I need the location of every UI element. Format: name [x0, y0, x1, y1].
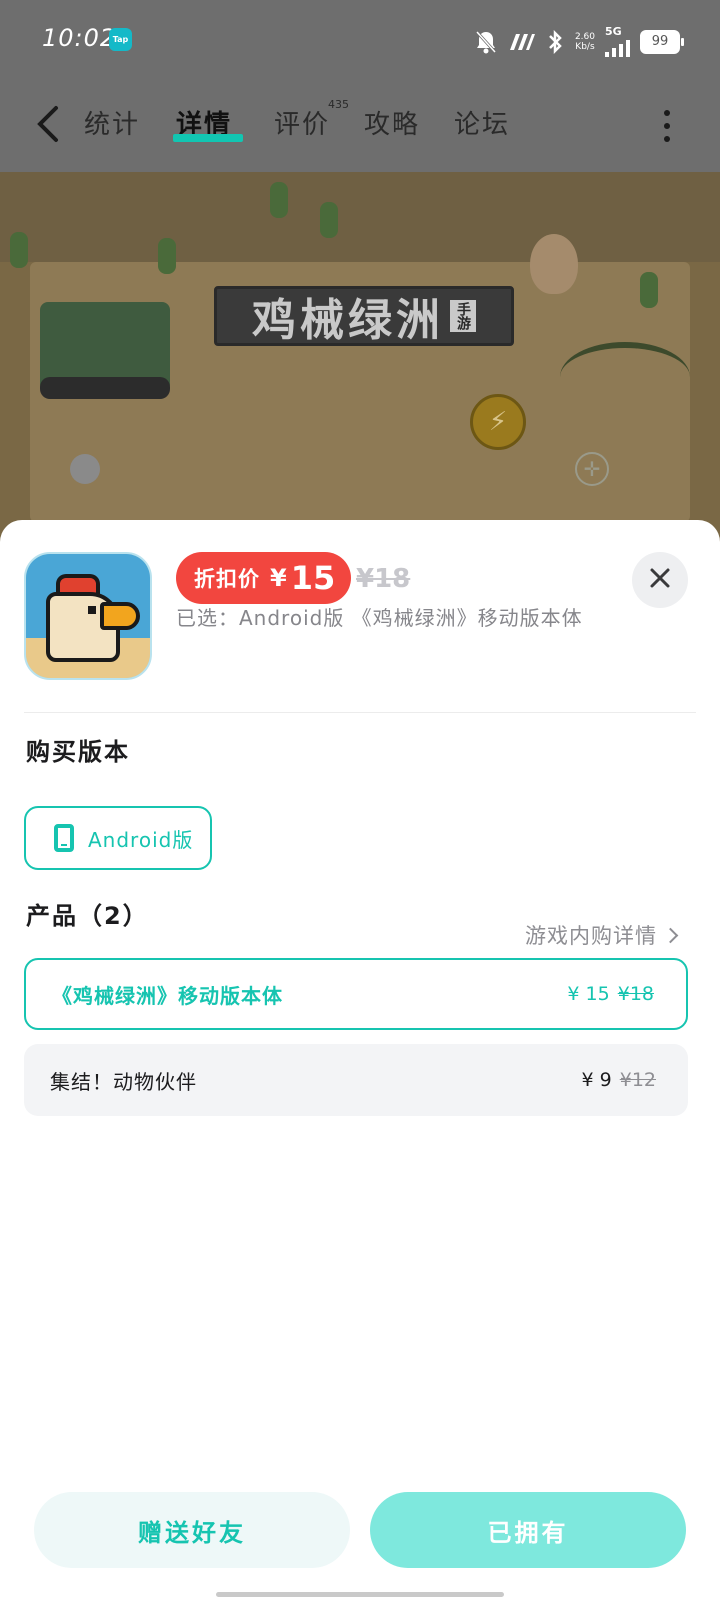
- product-original-price: ¥12: [619, 1069, 656, 1091]
- game-logo: 鸡械绿洲 手游: [214, 286, 514, 346]
- close-button[interactable]: [632, 552, 688, 608]
- product-price: ¥ 15 ¥18: [567, 983, 654, 1005]
- purchase-sheet: 折扣价 ¥ 15 ¥18 已选：Android版 《鸡械绿洲》移动版本体 购买版…: [0, 520, 720, 1600]
- egg-sprite: [530, 234, 578, 294]
- product-current-price: ¥ 15: [567, 983, 610, 1005]
- phone-icon: [54, 824, 74, 852]
- battery-indicator: 99: [640, 29, 684, 54]
- tab-guides[interactable]: 攻略: [364, 104, 420, 141]
- back-arrow-icon[interactable]: [34, 104, 70, 144]
- bluetooth-icon: [545, 29, 565, 54]
- iap-details-link[interactable]: 游戏内购详情: [525, 920, 679, 950]
- owned-button[interactable]: 已拥有: [370, 1492, 686, 1568]
- more-options-icon[interactable]: [664, 110, 672, 142]
- network-type: 5G: [605, 25, 622, 38]
- product-row-dlc[interactable]: 集结！动物伙伴 ¥ 9 ¥12: [24, 1044, 688, 1116]
- product-row-base-game[interactable]: 《鸡械绿洲》移动版本体 ¥ 15 ¥18: [24, 958, 688, 1030]
- original-price: ¥18: [356, 564, 411, 594]
- currency-symbol: ¥: [270, 564, 287, 592]
- lightning-icon: ⚡: [470, 394, 526, 450]
- product-name: 集结！动物伙伴: [50, 1069, 197, 1094]
- divider: [24, 712, 696, 713]
- mute-bell-icon: [475, 30, 497, 54]
- status-time: 10:02: [42, 24, 117, 52]
- status-bar: 10:02 Tap 2.60 Kb/s 5G 99: [0, 0, 720, 80]
- product-name: 《鸡械绿洲》移动版本体: [52, 983, 283, 1008]
- close-icon: [649, 567, 671, 593]
- active-tab-indicator: [173, 134, 243, 142]
- net-speed-value: 2.60: [574, 31, 595, 42]
- joystick-sprite: [70, 454, 100, 484]
- net-speed: 2.60 Kb/s: [575, 32, 595, 52]
- nfc-icon: [507, 32, 535, 52]
- discount-label: 折扣价: [194, 567, 260, 591]
- review-count: 435: [328, 98, 349, 111]
- status-icons: 2.60 Kb/s 5G 99: [475, 26, 684, 57]
- iap-details-label: 游戏内购详情: [525, 924, 657, 948]
- selected-summary: 已选：Android版 《鸡械绿洲》移动版本体: [176, 606, 583, 630]
- tab-reviews[interactable]: 评价: [274, 104, 330, 141]
- product-current-price: ¥ 9: [581, 1069, 612, 1091]
- game-banner: 鸡械绿洲 手游 ⚡ ✛: [0, 172, 720, 560]
- tab-forum[interactable]: 论坛: [454, 104, 510, 141]
- products-section-title: 产品（2）: [26, 902, 149, 930]
- discount-price-badge: 折扣价 ¥ 15: [176, 552, 352, 604]
- home-indicator[interactable]: [216, 1592, 504, 1597]
- tap-app-badge: Tap: [109, 28, 132, 51]
- discount-price: 15: [290, 559, 336, 597]
- game-app-icon: [24, 552, 152, 680]
- version-option-android[interactable]: Android版: [24, 806, 212, 870]
- version-option-label: Android版: [88, 827, 194, 852]
- gift-friend-button[interactable]: 赠送好友: [34, 1492, 350, 1568]
- signal-icon: 5G: [605, 26, 630, 57]
- product-original-price: ¥18: [617, 983, 654, 1005]
- background-page: 10:02 Tap 2.60 Kb/s 5G 99 统计 详情 评价 攻略 论坛…: [0, 0, 720, 560]
- product-price: ¥ 9 ¥12: [582, 1069, 656, 1091]
- tab-stats[interactable]: 统计: [84, 104, 140, 141]
- top-nav: 统计 详情 评价 攻略 论坛: [0, 84, 720, 168]
- net-speed-unit: Kb/s: [575, 41, 595, 52]
- crosshair-icon: ✛: [575, 452, 609, 486]
- version-section-title: 购买版本: [26, 738, 130, 766]
- chevron-right-icon: [662, 927, 679, 943]
